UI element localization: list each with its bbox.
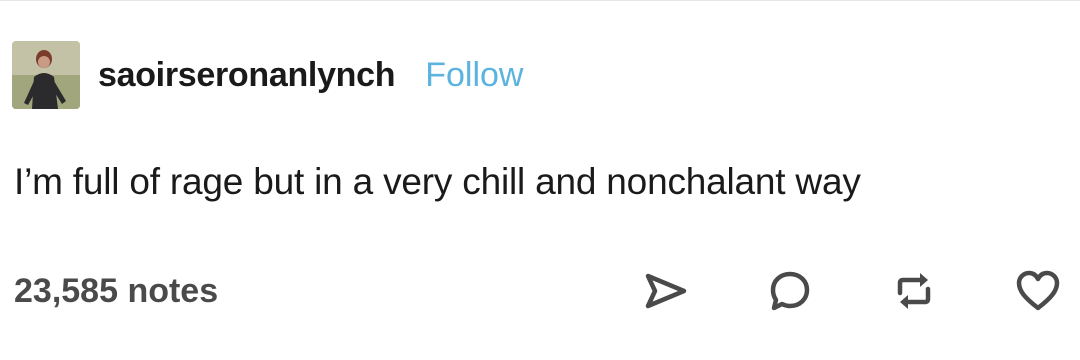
- post-header: saoirseronanlynch Follow: [12, 41, 523, 109]
- avatar[interactable]: [12, 41, 80, 109]
- share-button[interactable]: [638, 263, 694, 319]
- share-icon: [645, 273, 687, 309]
- post-footer: 23,585 notes: [14, 263, 1066, 319]
- reply-icon: [770, 271, 810, 311]
- like-button[interactable]: [1010, 263, 1066, 319]
- reblog-icon: [897, 273, 931, 309]
- post-body-text: I’m full of rage but in a very chill and…: [14, 161, 861, 202]
- notes-count[interactable]: 23,585 notes: [14, 272, 218, 311]
- like-icon: [1016, 270, 1060, 311]
- reply-button[interactable]: [762, 263, 818, 319]
- tumblr-post: saoirseronanlynch Follow I’m full of rag…: [0, 0, 1080, 360]
- post-actions: [638, 263, 1066, 319]
- follow-button[interactable]: Follow: [425, 56, 523, 95]
- username[interactable]: saoirseronanlynch: [98, 56, 396, 95]
- reblog-button[interactable]: [886, 263, 942, 319]
- avatar-image: [12, 41, 80, 109]
